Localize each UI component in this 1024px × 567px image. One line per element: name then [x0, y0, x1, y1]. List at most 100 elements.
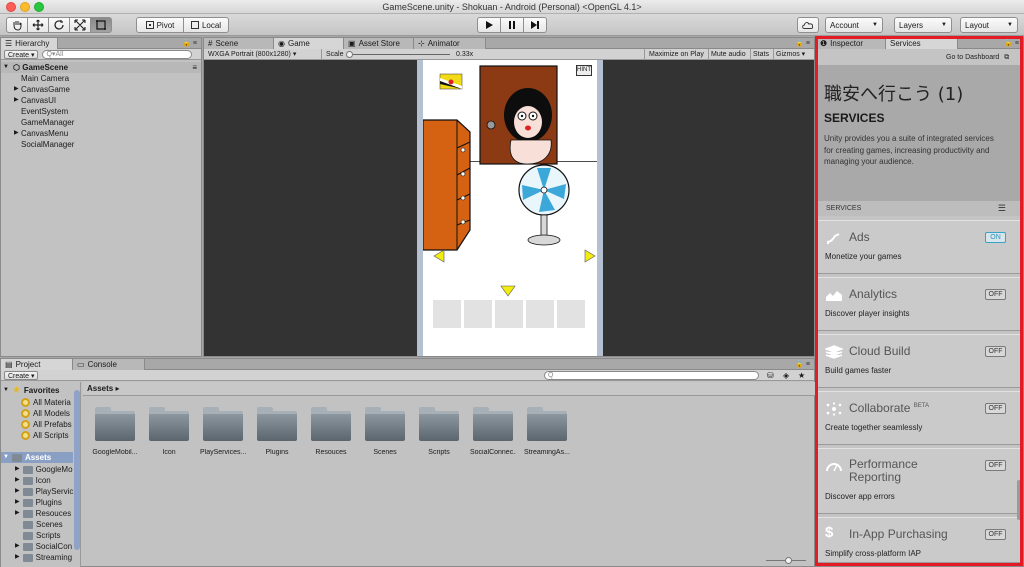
asset-folder-item[interactable]: ▶ Streaming: [15, 552, 72, 563]
tree-item[interactable]: ▶ CanvasMenu: [1, 128, 201, 139]
tab-animator[interactable]: ⊹ Animator: [414, 38, 486, 49]
assets-root[interactable]: ▼ Assets: [1, 452, 73, 463]
chevron-right-icon[interactable]: ▶: [15, 464, 20, 475]
asset-folder-item[interactable]: ▶ PlayServic: [15, 486, 73, 497]
tree-item[interactable]: ▶ CanvasGame: [1, 84, 201, 95]
hint-button[interactable]: HINT: [576, 65, 592, 76]
tab-game[interactable]: ◉ Game: [274, 38, 344, 49]
service-card-cloud-build[interactable]: Cloud Build OFF Build games faster: [818, 334, 1020, 388]
layout-dropdown[interactable]: Layout ▼: [960, 17, 1018, 33]
asset-folder-item[interactable]: ▶ Plugins: [15, 497, 62, 508]
tree-scrollbar[interactable]: [74, 390, 80, 550]
asset-folder-item[interactable]: ▶ SocialCon: [15, 541, 72, 552]
panel-menu-icon[interactable]: 🔒 ≡: [1004, 39, 1019, 47]
filter-by-label-icon[interactable]: ◈: [783, 371, 789, 380]
asset-folder-item[interactable]: ▶ Resouces: [15, 508, 71, 519]
tab-project[interactable]: ▤ Project: [1, 359, 73, 370]
go-to-dashboard-link[interactable]: Go to Dashboard ⧉: [946, 54, 1009, 62]
tab-console[interactable]: ▭ Console: [73, 359, 145, 370]
chevron-right-icon[interactable]: ▶: [14, 128, 19, 139]
hierarchy-create-button[interactable]: Create ▾: [4, 49, 39, 59]
chevron-right-icon[interactable]: ▶: [15, 475, 20, 486]
chevron-right-icon[interactable]: ▶: [15, 486, 20, 497]
tab-asset-store[interactable]: ▣ Asset Store: [344, 38, 414, 49]
tree-item[interactable]: ▶ CanvasUI: [1, 95, 201, 106]
account-dropdown[interactable]: Account ▼: [825, 17, 883, 33]
asset-folder-item[interactable]: Scenes: [23, 519, 63, 530]
chevron-right-icon[interactable]: ▶: [15, 497, 20, 508]
asset-folder[interactable]: Scripts: [416, 407, 462, 456]
project-create-button[interactable]: Create ▾: [4, 370, 39, 380]
tab-inspector[interactable]: ❶ Inspector: [816, 38, 886, 49]
asset-folder[interactable]: StreamingAs...: [524, 407, 570, 456]
asset-folder[interactable]: Scenes: [362, 407, 408, 456]
panel-menu-icon[interactable]: 🔒 ≡: [182, 39, 197, 47]
rect-tool-button[interactable]: [90, 17, 112, 33]
pivot-button[interactable]: Pivot: [136, 17, 184, 33]
asset-folder-item[interactable]: ▶ Icon: [15, 475, 51, 486]
service-card-performance-reporting[interactable]: Performance Reporting OFF Discover app er…: [818, 448, 1020, 514]
tree-item[interactable]: SocialManager: [1, 139, 201, 150]
iap-toggle[interactable]: OFF: [985, 529, 1006, 540]
asset-folder[interactable]: PlayServices...: [200, 407, 246, 456]
collaborate-toggle[interactable]: OFF: [985, 403, 1006, 414]
favorite-star-icon[interactable]: ★: [798, 371, 805, 380]
tab-services[interactable]: Services: [886, 38, 958, 49]
hand-tool-button[interactable]: [6, 17, 28, 33]
asset-folder-item[interactable]: ▶ GoogleMo: [15, 464, 73, 475]
tree-item[interactable]: GameManager: [1, 117, 201, 128]
chevron-right-icon[interactable]: ▶: [14, 95, 19, 106]
scene-menu-icon[interactable]: ≡: [192, 62, 197, 73]
favorites-header[interactable]: ▼ ★ Favorites: [3, 385, 60, 396]
asset-folder[interactable]: Resouces: [308, 407, 354, 456]
services-menu-icon[interactable]: ☰: [998, 201, 1006, 216]
favorite-item[interactable]: All Prefabs: [21, 419, 72, 430]
step-button[interactable]: [523, 17, 547, 33]
ads-toggle[interactable]: ON: [985, 232, 1006, 243]
chevron-right-icon[interactable]: ▶: [15, 552, 20, 563]
project-search-input[interactable]: Q: [544, 370, 759, 380]
mute-audio-toggle[interactable]: Mute audio: [707, 49, 751, 60]
tree-item[interactable]: Main Camera: [1, 73, 201, 84]
icon-size-slider-thumb[interactable]: [785, 557, 792, 564]
asset-folder-item[interactable]: Scripts: [23, 530, 60, 541]
game-viewport[interactable]: HINT: [204, 60, 814, 356]
pause-button[interactable]: [500, 17, 524, 33]
tab-hierarchy[interactable]: ☰ Hierarchy: [1, 38, 59, 49]
tree-item[interactable]: EventSystem: [1, 106, 201, 117]
service-card-ads[interactable]: Ads ON Monetize your games: [818, 220, 1020, 274]
asset-folder[interactable]: Icon: [146, 407, 192, 456]
cloud-button[interactable]: [797, 17, 819, 33]
chevron-right-icon[interactable]: ▶: [14, 84, 19, 95]
panel-menu-icon[interactable]: 🔒 ≡: [795, 360, 810, 368]
maximize-on-play-toggle[interactable]: Maximize on Play: [644, 49, 709, 60]
chevron-right-icon[interactable]: ▶: [15, 508, 20, 519]
hierarchy-search-input[interactable]: Q▾All: [42, 49, 193, 59]
gizmos-dropdown[interactable]: Gizmos ▾: [772, 49, 809, 60]
performance-reporting-toggle[interactable]: OFF: [985, 460, 1006, 471]
favorite-item[interactable]: All Scripts: [21, 430, 69, 441]
resolution-dropdown[interactable]: WXGA Portrait (800x1280) ▾: [204, 49, 322, 60]
game-screen[interactable]: HINT: [417, 60, 603, 356]
filter-by-type-icon[interactable]: ⛁: [767, 371, 774, 380]
scale-tool-button[interactable]: [69, 17, 91, 33]
analytics-toggle[interactable]: OFF: [985, 289, 1006, 300]
scale-slider[interactable]: Scale 0.33x: [322, 49, 644, 60]
scene-root[interactable]: ▼ ⬡ GameScene ≡: [1, 62, 201, 73]
service-card-in-app-purchasing[interactable]: $ In-App Purchasing OFF Simplify cross-p…: [818, 517, 1020, 563]
slider-thumb[interactable]: [346, 51, 353, 58]
slider-track[interactable]: [350, 54, 450, 55]
stats-toggle[interactable]: Stats: [749, 49, 774, 60]
chevron-right-icon[interactable]: ▶: [15, 541, 20, 552]
tab-scene[interactable]: # Scene: [204, 38, 274, 49]
asset-folder[interactable]: GoogleMobil...: [92, 407, 138, 456]
asset-folder[interactable]: Plugins: [254, 407, 300, 456]
local-button[interactable]: Local: [183, 17, 229, 33]
asset-folder[interactable]: SocialConnec...: [470, 407, 516, 456]
panel-menu-icon[interactable]: 🔒 ≡: [795, 39, 810, 47]
favorite-item[interactable]: All Materia: [21, 397, 71, 408]
service-card-collaborate[interactable]: Collaborate BETA OFF Create together sea…: [818, 391, 1020, 445]
service-card-analytics[interactable]: Analytics OFF Discover player insights: [818, 277, 1020, 331]
move-tool-button[interactable]: [27, 17, 49, 33]
layers-dropdown[interactable]: Layers ▼: [894, 17, 952, 33]
